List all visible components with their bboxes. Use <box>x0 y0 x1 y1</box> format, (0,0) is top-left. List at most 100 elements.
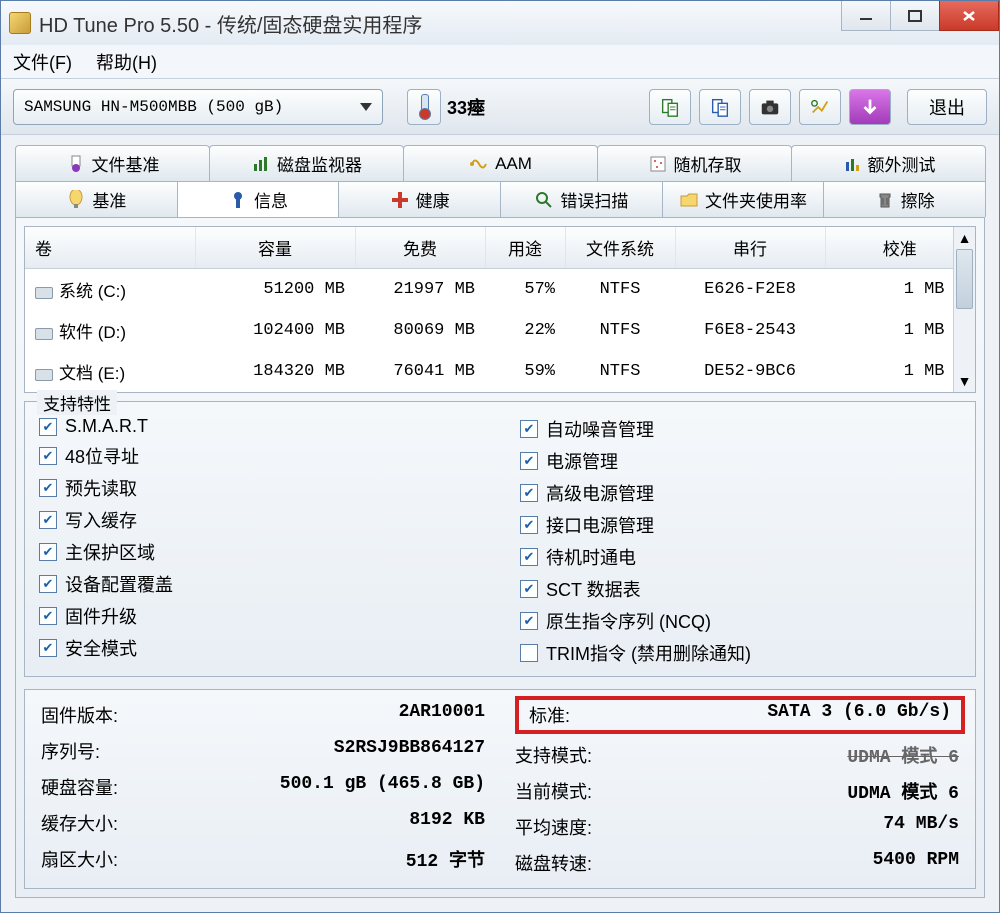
tab-icon <box>251 154 271 174</box>
main-window: HD Tune Pro 5.50 - 传统/固态硬盘实用程序 文件(F) 帮助(… <box>0 0 1000 913</box>
checkbox-icon[interactable]: ✔ <box>39 479 57 497</box>
maximize-button[interactable] <box>890 1 940 31</box>
info-row: 序列号:S2RSJ9BB864127 <box>41 738 485 764</box>
table-row[interactable]: 系统 (C:)51200 MB21997 MB57%NTFSE626-F2E81… <box>25 269 975 311</box>
info-row: 固件版本:2AR10001 <box>41 702 485 728</box>
tab-icon <box>679 190 699 210</box>
checkbox-icon[interactable]: ✔ <box>520 420 538 438</box>
table-row[interactable]: 文档 (E:)184320 MB76041 MB59%NTFSDE52-9BC6… <box>25 351 975 392</box>
info-row: 支持模式:UDMA 模式 6 <box>515 742 959 768</box>
info-row: 标准:SATA 3 (6.0 Gb/s) <box>529 702 951 728</box>
col-filesystem[interactable]: 文件系统 <box>565 227 675 269</box>
content-area: 文件基准磁盘监视器AAM随机存取额外测试 基准信息健康错误扫描文件夹使用率擦除 … <box>1 135 999 912</box>
tab-额外测试[interactable]: 额外测试 <box>791 145 986 181</box>
tab-擦除[interactable]: 擦除 <box>823 181 986 217</box>
copy-info-button[interactable] <box>699 89 741 125</box>
minimize-button[interactable] <box>841 1 891 31</box>
close-button[interactable] <box>939 1 999 31</box>
checkbox-icon[interactable]: ✔ <box>39 511 57 529</box>
scroll-down-button[interactable]: ▼ <box>954 370 975 392</box>
checkbox-icon[interactable]: ✔ <box>39 418 57 436</box>
col-serial[interactable]: 串行 <box>675 227 825 269</box>
tab-AAM[interactable]: AAM <box>403 145 598 181</box>
tab-健康[interactable]: 健康 <box>338 181 501 217</box>
tab-随机存取[interactable]: 随机存取 <box>597 145 792 181</box>
tab-icon <box>228 190 248 210</box>
tab-基准[interactable]: 基准 <box>15 181 178 217</box>
tab-文件夹使用率[interactable]: 文件夹使用率 <box>662 181 825 217</box>
info-row: 磁盘转速:5400 RPM <box>515 850 959 876</box>
tab-错误扫描[interactable]: 错误扫描 <box>500 181 663 217</box>
checkbox-icon[interactable]: ✔ <box>39 575 57 593</box>
tab-icon <box>469 154 489 174</box>
feature-item: ✔待机时通电 <box>520 544 961 570</box>
window-title: HD Tune Pro 5.50 - 传统/固态硬盘实用程序 <box>39 9 422 38</box>
checkbox-icon[interactable]: ✔ <box>520 548 538 566</box>
tabs-row-top: 文件基准磁盘监视器AAM随机存取额外测试 <box>15 145 985 181</box>
features-legend: 支持特性 <box>37 390 117 415</box>
checkbox-icon[interactable]: ✔ <box>520 452 538 470</box>
tab-信息[interactable]: 信息 <box>177 181 340 217</box>
tab-icon <box>390 190 410 210</box>
drive-name: SAMSUNG HN-M500MBB (500 gB) <box>24 98 283 116</box>
scroll-thumb[interactable] <box>956 249 973 309</box>
exit-button[interactable]: 退出 <box>907 89 987 125</box>
tab-磁盘监视器[interactable]: 磁盘监视器 <box>209 145 404 181</box>
info-row: 当前模式:UDMA 模式 6 <box>515 778 959 804</box>
window-buttons <box>842 1 999 31</box>
feature-item: ✔48位寻址 <box>39 443 480 469</box>
drive-info-grid: 固件版本:2AR10001 序列号:S2RSJ9BB864127 硬盘容量:500.… <box>24 689 976 889</box>
copy-text-button[interactable] <box>649 89 691 125</box>
screenshot-button[interactable] <box>749 89 791 125</box>
checkbox-icon[interactable]: ✔ <box>520 484 538 502</box>
feature-item: ✔安全模式 <box>39 635 480 661</box>
info-row: 扇区大小:512 字节 <box>41 846 485 872</box>
menu-file[interactable]: 文件(F) <box>13 49 72 75</box>
settings-button[interactable] <box>799 89 841 125</box>
checkbox-icon[interactable]: ✔ <box>39 639 57 657</box>
menu-help[interactable]: 帮助(H) <box>96 49 157 75</box>
features-left-column: ✔S.M.A.R.T✔48位寻址✔预先读取✔写入缓存✔主保护区域✔设备配置覆盖✔… <box>39 410 480 666</box>
checkbox-icon[interactable]: ✔ <box>520 516 538 534</box>
info-left-column: 固件版本:2AR10001 序列号:S2RSJ9BB864127 硬盘容量:500.… <box>41 702 485 876</box>
highlighted-info: 标准:SATA 3 (6.0 Gb/s) <box>515 696 965 734</box>
tab-icon <box>66 154 86 174</box>
feature-item: ✔高级电源管理 <box>520 480 961 506</box>
checkbox-icon[interactable]: ✔ <box>39 543 57 561</box>
checkbox-icon[interactable]: ✔ <box>520 580 538 598</box>
col-used[interactable]: 用途 <box>485 227 565 269</box>
col-volume[interactable]: 卷 <box>25 227 195 269</box>
features-fieldset: 支持特性 ✔S.M.A.R.T✔48位寻址✔预先读取✔写入缓存✔主保护区域✔设备… <box>24 401 976 677</box>
feature-item: ✔SCT 数据表 <box>520 576 961 602</box>
drive-selector[interactable]: SAMSUNG HN-M500MBB (500 gB) <box>13 89 383 125</box>
features-right-column: ✔自动噪音管理✔电源管理✔高级电源管理✔接口电源管理✔待机时通电✔SCT 数据表… <box>520 410 961 666</box>
col-free[interactable]: 免费 <box>355 227 485 269</box>
checkbox-icon[interactable]: ✔ <box>39 447 57 465</box>
info-row: 硬盘容量:500.1 gB (465.8 GB) <box>41 774 485 800</box>
col-capacity[interactable]: 容量 <box>195 227 355 269</box>
info-panel: 卷 容量 免费 用途 文件系统 串行 校准 系统 (C:)51200 MB219… <box>15 217 985 898</box>
feature-item: ✔写入缓存 <box>39 507 480 533</box>
checkbox-icon[interactable]: ✔ <box>520 612 538 630</box>
tabs-row-bottom: 基准信息健康错误扫描文件夹使用率擦除 <box>15 181 985 217</box>
feature-item: ✔主保护区域 <box>39 539 480 565</box>
feature-item: ✔原生指令序列 (NCQ) <box>520 608 961 634</box>
scroll-up-button[interactable]: ▲ <box>954 227 975 249</box>
toolbar: SAMSUNG HN-M500MBB (500 gB) 33瘞 退出 <box>1 79 999 135</box>
feature-item: ✔S.M.A.R.T <box>39 416 480 437</box>
app-icon <box>9 12 31 34</box>
save-button[interactable] <box>849 89 891 125</box>
tab-文件基准[interactable]: 文件基准 <box>15 145 210 181</box>
feature-item: ✔电源管理 <box>520 448 961 474</box>
feature-item: ✔固件升级 <box>39 603 480 629</box>
checkbox-icon[interactable] <box>520 644 538 662</box>
temperature-display: 33瘞 <box>407 89 485 125</box>
titlebar: HD Tune Pro 5.50 - 传统/固态硬盘实用程序 <box>1 1 999 45</box>
checkbox-icon[interactable]: ✔ <box>39 607 57 625</box>
thermometer-icon <box>407 89 441 125</box>
menubar: 文件(F) 帮助(H) <box>1 45 999 79</box>
feature-item: ✔自动噪音管理 <box>520 416 961 442</box>
table-scrollbar[interactable]: ▲ ▼ <box>953 227 975 392</box>
drive-icon <box>35 328 53 340</box>
table-row[interactable]: 软件 (D:)102400 MB80069 MB22%NTFSF6E8-2543… <box>25 310 975 351</box>
